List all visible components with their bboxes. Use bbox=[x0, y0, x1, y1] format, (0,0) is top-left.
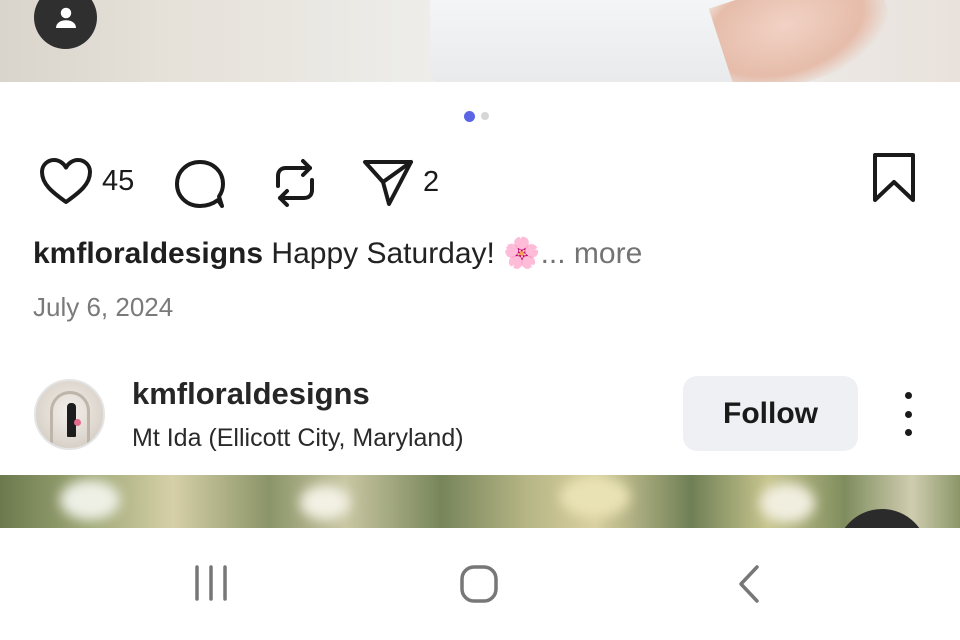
home-button[interactable] bbox=[459, 564, 499, 609]
comment-icon bbox=[175, 160, 225, 208]
kebab-dot bbox=[904, 392, 912, 399]
image-bokeh bbox=[60, 480, 120, 520]
avatar[interactable] bbox=[34, 379, 105, 450]
kebab-dot bbox=[904, 429, 912, 436]
floating-action-button[interactable] bbox=[836, 509, 928, 528]
like-button[interactable]: 45 bbox=[38, 156, 134, 206]
follow-button[interactable]: Follow bbox=[683, 376, 858, 451]
carousel-dot bbox=[481, 112, 489, 120]
post-date: July 6, 2024 bbox=[33, 292, 174, 322]
post-image-bottom[interactable] bbox=[0, 475, 960, 528]
image-bokeh bbox=[760, 483, 815, 523]
post-actions: 45 2 bbox=[0, 150, 960, 214]
heart-icon bbox=[40, 158, 92, 204]
bookmark-icon bbox=[873, 153, 915, 202]
image-bokeh bbox=[300, 485, 350, 520]
avatar-flowers bbox=[74, 419, 81, 426]
app-screen: 45 2 kmfloraldesigns Happy Saturday! 🌸..… bbox=[0, 0, 960, 640]
send-icon bbox=[363, 160, 413, 206]
post-image-top[interactable] bbox=[0, 0, 960, 82]
post-caption[interactable]: kmfloraldesigns Happy Saturday! 🌸... mor… bbox=[33, 236, 642, 271]
repost-icon bbox=[276, 159, 314, 207]
recent-apps-icon bbox=[195, 565, 227, 601]
caption-more-link[interactable]: ... more bbox=[541, 237, 643, 270]
caption-username[interactable]: kmfloraldesigns bbox=[33, 237, 263, 270]
kebab-menu-icon[interactable] bbox=[896, 392, 920, 436]
back-button[interactable] bbox=[735, 564, 763, 609]
carousel-indicator bbox=[464, 110, 489, 122]
person-icon bbox=[55, 7, 76, 28]
back-icon bbox=[739, 565, 759, 603]
shares-count: 2 bbox=[423, 165, 440, 198]
save-button[interactable] bbox=[871, 152, 917, 209]
comment-button[interactable] bbox=[172, 156, 228, 212]
kebab-dot bbox=[904, 410, 912, 418]
share-button[interactable]: 2 bbox=[361, 156, 439, 208]
repost-button[interactable] bbox=[270, 156, 320, 210]
image-bokeh bbox=[560, 477, 630, 517]
carousel-dot-active bbox=[464, 110, 475, 122]
recent-apps-button[interactable] bbox=[192, 564, 230, 607]
next-post-header: kmfloraldesigns Mt Ida (Ellicott City, M… bbox=[0, 372, 960, 472]
system-nav-bar bbox=[0, 528, 960, 640]
post-location[interactable]: Mt Ida (Ellicott City, Maryland) bbox=[132, 424, 464, 453]
likes-count: 45 bbox=[102, 164, 135, 197]
caption-text: Happy Saturday! 🌸 bbox=[271, 237, 541, 270]
image-hand bbox=[708, 0, 902, 82]
post-username[interactable]: kmfloraldesigns bbox=[132, 376, 370, 412]
tagged-people-button[interactable] bbox=[34, 0, 97, 49]
home-icon bbox=[460, 565, 498, 603]
